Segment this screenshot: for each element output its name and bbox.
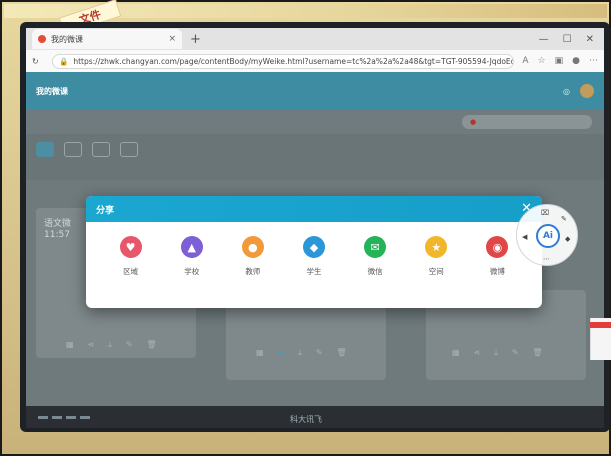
- action-bar: [26, 134, 604, 164]
- share-target-label: 学校: [184, 267, 200, 276]
- favorite-star-icon[interactable]: ☆: [538, 56, 546, 66]
- student-icon: ◆: [302, 236, 325, 258]
- share-record-button[interactable]: [92, 141, 110, 157]
- share-dialog-title: 分享: [96, 205, 115, 216]
- share-target-label: 微博: [489, 267, 505, 276]
- weibo-icon: ◉: [486, 236, 509, 258]
- taskbar-indicator: [52, 415, 62, 419]
- search-input[interactable]: ●: [462, 115, 592, 129]
- region-icon: ♥: [119, 236, 142, 258]
- site-favicon-icon: [38, 35, 46, 43]
- school-icon: ▲: [180, 236, 203, 258]
- download-icon[interactable]: ⤓: [298, 348, 302, 358]
- share-target-0[interactable]: ♥ 区域: [106, 236, 156, 277]
- app-header: 我的微课 ◎: [26, 72, 604, 110]
- sub-tabs: ●: [26, 110, 604, 134]
- share-target-label: 教师: [245, 267, 261, 276]
- taskbar-indicator: [66, 415, 76, 419]
- taskbar-indicator: [38, 415, 48, 419]
- address-bar-icons: A ☆ ▣ ● ⋯: [522, 56, 598, 66]
- edit-icon[interactable]: ✎: [316, 348, 323, 358]
- ai-assistant-widget[interactable]: ⌧ ✎ ◀ ◆ ⋯ Ai: [516, 204, 578, 266]
- browser-tab-title: 我的微课: [51, 34, 83, 44]
- nav-item-my-weike[interactable]: 我的微课: [36, 86, 68, 97]
- qzone-icon: ★: [425, 236, 448, 258]
- collections-icon[interactable]: ▣: [555, 56, 564, 66]
- share-icon[interactable]: ⋖: [474, 348, 481, 358]
- share-dialog-header: 分享: [86, 196, 542, 222]
- delete-icon[interactable]: 🗑: [337, 348, 347, 358]
- back-icon[interactable]: ◀: [522, 233, 527, 241]
- grid-icon[interactable]: ▦: [66, 340, 74, 350]
- brand-logo: 科大讯飞: [290, 415, 322, 424]
- share-target-3[interactable]: ◆ 学生: [289, 236, 339, 277]
- card-actions: ▦ ⋖ ⤓ ✎ 🗑: [452, 348, 543, 358]
- local-upload-button[interactable]: [64, 141, 82, 157]
- read-aloud-icon[interactable]: A: [522, 56, 528, 66]
- avatar[interactable]: [580, 84, 594, 98]
- profile-icon[interactable]: ●: [572, 56, 580, 66]
- close-window-icon[interactable]: ✕: [586, 34, 594, 45]
- grid-icon[interactable]: ▦: [256, 348, 264, 358]
- notification-icon[interactable]: ◎: [563, 87, 570, 96]
- share-target-4[interactable]: ✉ 微信: [350, 236, 400, 277]
- taskbar-indicator: [80, 415, 90, 419]
- more-icon[interactable]: ⋯: [589, 56, 598, 66]
- select-button[interactable]: [120, 141, 138, 157]
- share-dialog: 分享 ✕ ♥ 区域 ▲ 学校 ● 教师 ◆ 学生 ✉ 微信 ★ 空间 ◉ 微博: [86, 196, 542, 308]
- url-text: https://zhwk.changyan.com/page/contentBo…: [73, 56, 515, 66]
- share-target-label: 微信: [367, 267, 383, 276]
- share-target-label: 空间: [428, 267, 444, 276]
- share-target-6[interactable]: ◉ 微博: [472, 236, 522, 277]
- side-popup-header: [590, 322, 611, 328]
- location-icon: ●: [470, 118, 477, 126]
- primary-action-button[interactable]: [36, 141, 54, 157]
- card-time: 11:57: [44, 230, 70, 240]
- ai-button[interactable]: Ai: [536, 224, 560, 248]
- share-target-2[interactable]: ● 教师: [228, 236, 278, 277]
- card-actions: ▦ ⋖ ⤓ ✎ 🗑: [256, 348, 347, 358]
- reload-icon[interactable]: ↻: [32, 57, 46, 66]
- browser-tab[interactable]: 我的微课 ×: [32, 29, 182, 49]
- plus-icon[interactable]: +: [190, 32, 201, 47]
- maximize-icon[interactable]: ☐: [563, 34, 572, 45]
- grid-icon[interactable]: ▦: [452, 348, 460, 358]
- teacher-icon: ●: [241, 236, 264, 258]
- user-area: ◎: [563, 84, 594, 98]
- window-controls: — ☐ ✕: [539, 34, 604, 45]
- share-target-5[interactable]: ★ 空间: [411, 236, 461, 277]
- edit-icon[interactable]: ✎: [126, 340, 133, 350]
- screen: 我的微课 × + — ☐ ✕ ↻ 🔒 https://zhwk.changyan…: [26, 28, 604, 406]
- card-actions: ▦ ⋖ ⤓ ✎ 🗑: [66, 340, 157, 350]
- browser-tabbar: 我的微课 × + — ☐ ✕: [26, 28, 604, 50]
- share-target-label: 学生: [306, 267, 322, 276]
- screenshot-icon[interactable]: ⌧: [541, 209, 549, 217]
- share-targets: ♥ 区域 ▲ 学校 ● 教师 ◆ 学生 ✉ 微信 ★ 空间 ◉ 微博: [86, 222, 542, 277]
- share-icon[interactable]: ⋖: [278, 348, 285, 358]
- edit-icon[interactable]: ✎: [512, 348, 519, 358]
- download-icon[interactable]: ⤓: [108, 340, 112, 350]
- delete-icon[interactable]: 🗑: [147, 340, 157, 350]
- eraser-icon[interactable]: ◆: [565, 235, 570, 243]
- list-meta: [26, 164, 604, 180]
- main-nav: 我的微课: [36, 86, 68, 97]
- share-icon[interactable]: ⋖: [88, 340, 95, 350]
- more-icon[interactable]: ⋯: [543, 255, 550, 263]
- address-bar: ↻ 🔒 https://zhwk.changyan.com/page/conte…: [26, 50, 604, 72]
- minimize-icon[interactable]: —: [539, 34, 549, 45]
- share-target-label: 区域: [123, 267, 139, 276]
- download-icon[interactable]: ⤓: [494, 348, 498, 358]
- wechat-icon: ✉: [364, 236, 387, 258]
- lock-icon: 🔒: [59, 56, 69, 66]
- url-field[interactable]: 🔒 https://zhwk.changyan.com/page/content…: [52, 53, 515, 69]
- share-target-1[interactable]: ▲ 学校: [167, 236, 217, 277]
- card-title: 语文微: [44, 219, 72, 229]
- pen-icon[interactable]: ✎: [561, 215, 567, 223]
- close-tab-icon[interactable]: ×: [168, 34, 176, 44]
- delete-icon[interactable]: 🗑: [533, 348, 543, 358]
